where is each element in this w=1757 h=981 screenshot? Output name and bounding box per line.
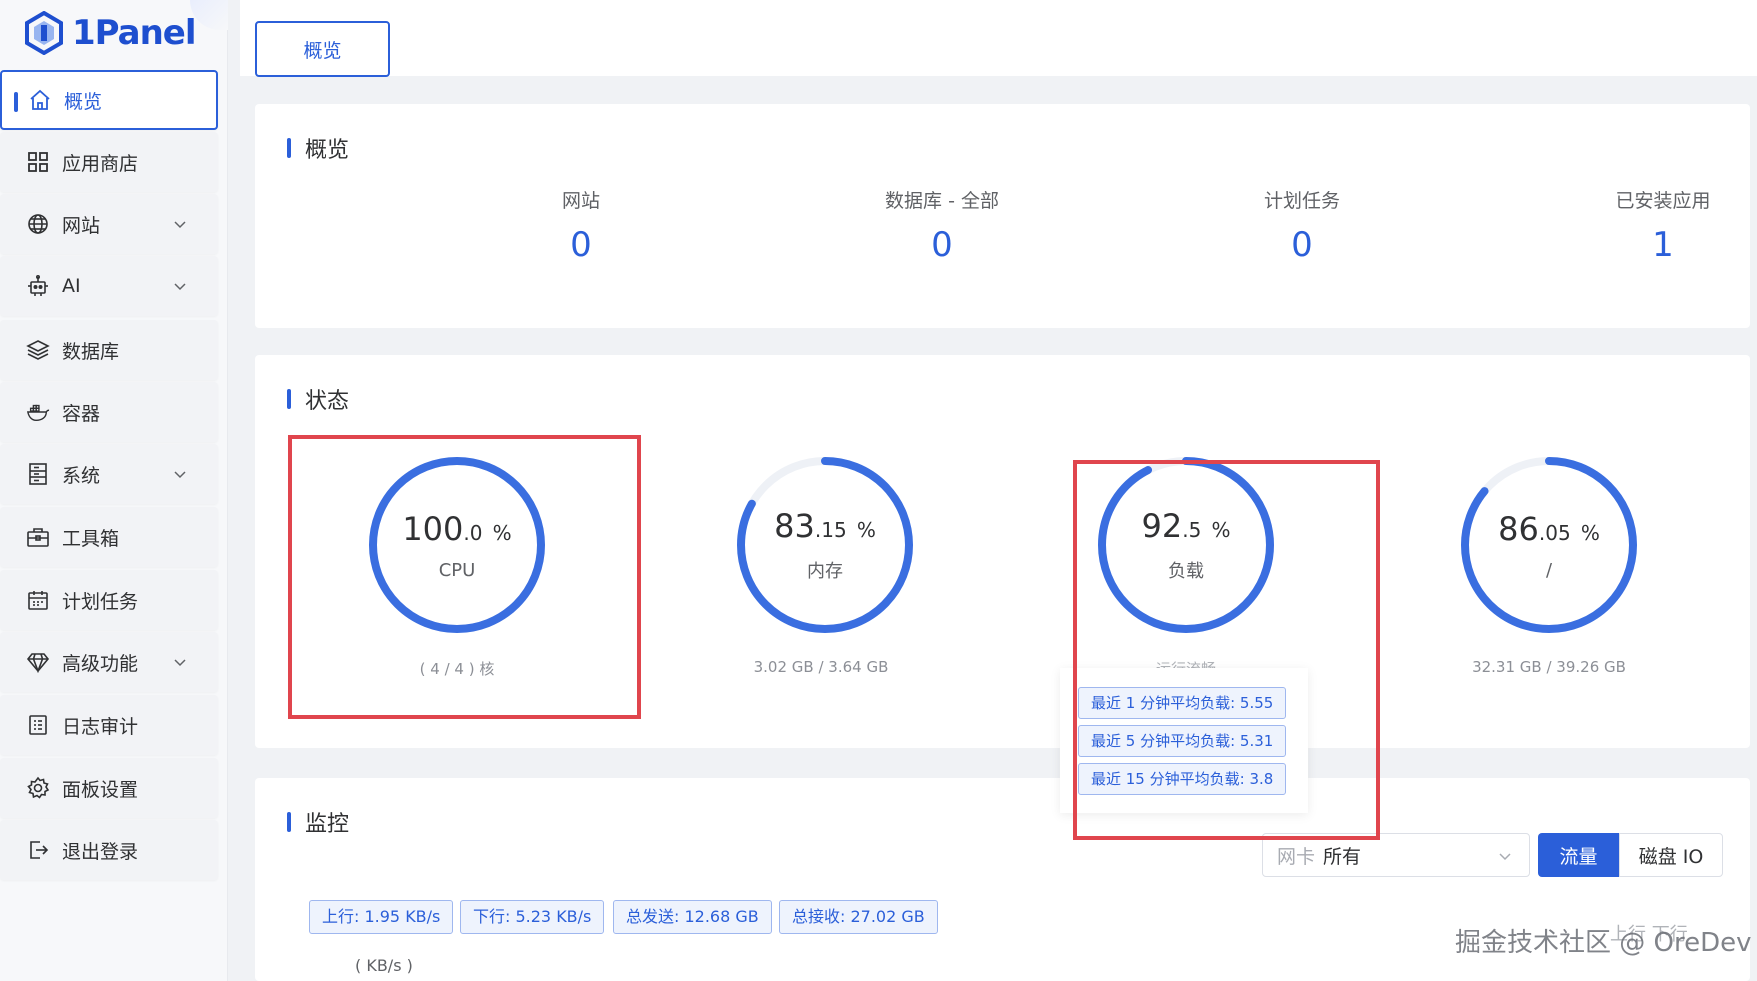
toolbox-icon: [26, 525, 50, 549]
stat-cron-jobs[interactable]: 计划任务 0: [1182, 186, 1422, 265]
gauge-label: 内存: [807, 561, 843, 582]
sidebar-item-label: 容器: [62, 402, 101, 425]
sidebar-item-label: 计划任务: [62, 590, 139, 613]
sidebar-item-ai[interactable]: AI: [0, 256, 218, 316]
stat-value: 0: [931, 225, 953, 265]
total-received-tag: 总接收: 27.02 GB: [779, 900, 938, 934]
logo-text: 1Panel: [72, 13, 197, 53]
stat-label: 网站: [561, 190, 600, 212]
stat-value: 0: [1291, 225, 1313, 265]
sidebar-item-toolbox[interactable]: 工具箱: [0, 507, 218, 567]
stat-value: 0: [570, 225, 592, 265]
gauge-sub-disk: 32.31 GB / 39.26 GB: [1472, 658, 1626, 676]
logout-icon: [26, 838, 50, 862]
sidebar-item-advanced[interactable]: 高级功能: [0, 632, 218, 692]
sidebar-item-label: 退出登录: [62, 840, 139, 863]
download-rate-tag: 下行: 5.23 KB/s: [460, 900, 605, 934]
sidebar-item-websites[interactable]: 网站: [0, 194, 218, 254]
stat-databases[interactable]: 数据库 - 全部 0: [822, 186, 1062, 265]
sidebar-item-label: 数据库: [62, 340, 120, 363]
globe-icon: [26, 212, 50, 236]
stat-label: 数据库 - 全部: [885, 190, 999, 212]
nic-select-prefix: 网卡: [1277, 845, 1316, 868]
sidebar-item-label: 高级功能: [62, 652, 139, 675]
stat-installed-apps[interactable]: 已安装应用 1: [1543, 186, 1757, 265]
server-icon: [26, 462, 50, 486]
sidebar-item-settings[interactable]: 面板设置: [0, 758, 218, 818]
traffic-button[interactable]: 流量: [1538, 833, 1619, 877]
sidebar-item-label: 工具箱: [62, 527, 120, 550]
sidebar-item-database[interactable]: 数据库: [0, 320, 218, 380]
gauge-value: 86.05 %: [1498, 509, 1600, 548]
sidebar-item-label: AI: [62, 275, 81, 297]
chevron-down-icon: [174, 659, 186, 667]
sidebar-item-system[interactable]: 系统: [0, 444, 218, 504]
upload-rate-tag: 上行: 1.95 KB/s: [309, 900, 454, 934]
chevron-down-icon: [174, 283, 186, 291]
gauge-value: 83.15 %: [774, 507, 876, 545]
tab-bar: 概览: [240, 0, 1757, 77]
log-icon: [26, 713, 50, 737]
overview-card: 概览 网站 0 数据库 - 全部 0 计划任务 0 已安装应用 1: [255, 104, 1750, 328]
diamond-icon: [26, 650, 50, 674]
sidebar-item-cron[interactable]: 计划任务: [0, 570, 218, 630]
grid-icon: [26, 150, 50, 174]
sidebar: 1Panel 概览 应用商店 网站 AI 数据库 容器 系统 工具箱 计划任务 …: [0, 0, 228, 981]
stat-label: 计划任务: [1263, 190, 1340, 212]
nic-select-value: 所有: [1323, 845, 1362, 868]
sidebar-item-label: 网站: [62, 214, 101, 237]
home-icon: [28, 88, 52, 112]
sidebar-item-logs[interactable]: 日志审计: [0, 695, 218, 755]
sidebar-item-logout[interactable]: 退出登录: [0, 820, 218, 880]
sidebar-item-label: 概览: [64, 90, 103, 113]
chevron-down-icon: [1499, 853, 1511, 861]
docker-icon: [26, 400, 50, 424]
robot-icon: [26, 274, 50, 298]
highlight-box-load: [1073, 460, 1380, 840]
logo-decoration: [190, 0, 228, 30]
total-sent-tag: 总发送: 12.68 GB: [613, 900, 772, 934]
gauge-memory[interactable]: 83.15 % 内存: [730, 450, 920, 640]
logo[interactable]: 1Panel: [24, 10, 197, 56]
highlight-box-cpu: [288, 435, 641, 719]
gauge-sub-memory: 3.02 GB / 3.64 GB: [753, 658, 889, 676]
stat-websites[interactable]: 网站 0: [461, 186, 701, 265]
disk-io-button[interactable]: 磁盘 IO: [1619, 833, 1723, 877]
chevron-down-icon: [174, 471, 186, 479]
chevron-down-icon: [174, 221, 186, 229]
logo-icon: [25, 11, 63, 55]
calendar-icon: [26, 588, 50, 612]
chart-unit-label: ( KB/s ): [355, 956, 413, 975]
layers-icon: [26, 338, 50, 362]
gear-icon: [26, 776, 50, 800]
tab-overview[interactable]: 概览: [255, 21, 390, 77]
gauge-label: /: [1545, 559, 1553, 581]
status-title: 状态: [287, 383, 349, 415]
sidebar-item-label: 日志审计: [62, 715, 139, 738]
sidebar-item-overview[interactable]: 概览: [0, 70, 218, 130]
gauge-disk[interactable]: 86.05 % /: [1454, 450, 1644, 640]
overview-title: 概览: [287, 132, 349, 164]
stat-value: 1: [1652, 225, 1674, 265]
monitor-title: 监控: [287, 806, 349, 838]
sidebar-item-app-store[interactable]: 应用商店: [0, 132, 218, 192]
watermark: 掘金技术社区 @ OreDev: [1455, 928, 1752, 958]
sidebar-item-containers[interactable]: 容器: [0, 382, 218, 442]
sidebar-item-label: 系统: [62, 464, 101, 487]
sidebar-item-label: 应用商店: [62, 152, 139, 175]
sidebar-item-label: 面板设置: [62, 778, 139, 801]
stat-label: 已安装应用: [1615, 190, 1711, 212]
